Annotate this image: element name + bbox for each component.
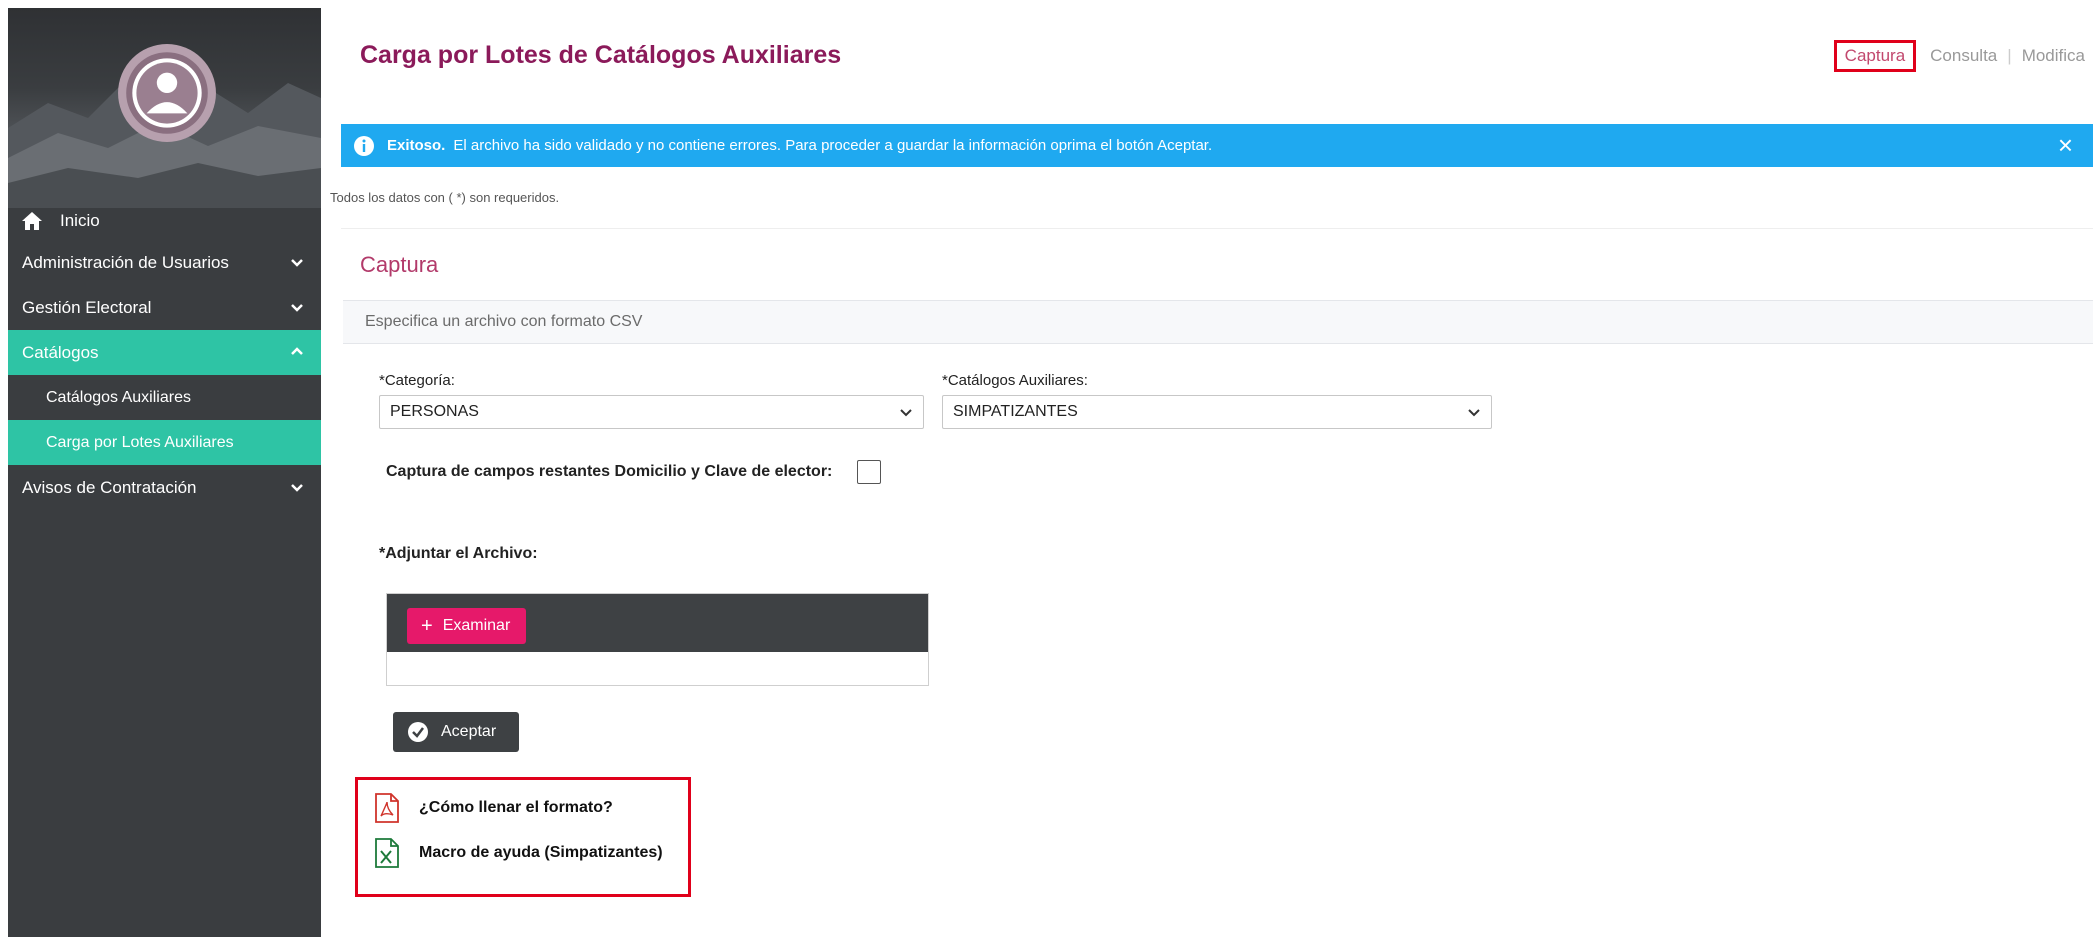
chevron-up-icon xyxy=(291,347,303,355)
sidebar-item-gestion-electoral[interactable]: Gestión Electoral xyxy=(8,285,321,330)
sidebar-item-avisos-contratacion[interactable]: Avisos de Contratación xyxy=(8,465,321,510)
sidebar-item-label: Catálogos xyxy=(22,342,99,362)
required-note: Todos los datos con ( *) son requeridos. xyxy=(330,190,560,205)
accept-button[interactable]: Aceptar xyxy=(393,712,519,752)
categoria-label: *Categoría: xyxy=(379,372,455,389)
sidebar-item-label: Catálogos Auxiliares xyxy=(46,388,191,406)
file-upload: + Examinar xyxy=(386,593,929,686)
sidebar-item-administracion-usuarios[interactable]: Administración de Usuarios xyxy=(8,240,321,285)
check-circle-icon xyxy=(408,722,428,742)
catalogos-value: SIMPATIZANTES xyxy=(953,403,1078,420)
help-pdf-link[interactable]: ¿Cómo llenar el formato? xyxy=(375,793,613,823)
attach-label: *Adjuntar el Archivo: xyxy=(379,545,538,562)
sidebar: Inicio Administración de Usuarios Gestió… xyxy=(8,8,321,937)
domicilio-checkbox[interactable] xyxy=(857,460,881,484)
sidebar-item-label: Inicio xyxy=(60,210,100,230)
sidebar-subitem-carga-por-lotes[interactable]: Carga por Lotes Auxiliares xyxy=(8,420,321,465)
sidebar-header xyxy=(8,8,321,208)
categoria-select[interactable]: PERSONAS xyxy=(379,395,924,429)
user-gear-logo-icon xyxy=(118,44,216,142)
home-icon xyxy=(22,211,42,230)
section-subtitle: Especifica un archivo con formato CSV xyxy=(343,300,2093,344)
page-title: Carga por Lotes de Catálogos Auxiliares xyxy=(360,41,842,69)
alert-title: Exitoso. xyxy=(387,137,446,154)
chevron-down-icon xyxy=(291,484,303,492)
sidebar-subitem-catalogos-auxiliares[interactable]: Catálogos Auxiliares xyxy=(8,375,321,420)
catalogos-label: *Catálogos Auxiliares: xyxy=(942,372,1088,389)
sidebar-item-label: Avisos de Contratación xyxy=(22,477,197,497)
excel-file-icon xyxy=(375,838,399,868)
sidebar-item-inicio[interactable]: Inicio xyxy=(8,198,321,243)
catalogos-select[interactable]: SIMPATIZANTES xyxy=(942,395,1492,429)
success-alert: Exitoso. El archivo ha sido validado y n… xyxy=(341,124,2093,167)
accept-label: Aceptar xyxy=(441,723,497,740)
alert-message: El archivo ha sido validado y no contien… xyxy=(453,137,1213,154)
chevron-down-icon xyxy=(1468,409,1480,417)
browse-label: Examinar xyxy=(442,617,511,634)
chevron-down-icon xyxy=(900,409,912,417)
link-consulta[interactable]: Consulta xyxy=(1930,46,1997,66)
pdf-file-icon xyxy=(375,793,399,823)
help-xls-label: Macro de ayuda (Simpatizantes) xyxy=(419,844,663,861)
sidebar-item-label: Gestión Electoral xyxy=(22,297,152,317)
link-separator: | xyxy=(2007,46,2012,65)
close-icon[interactable]: × xyxy=(2058,132,2073,158)
plus-icon: + xyxy=(421,615,433,637)
help-pdf-label: ¿Cómo llenar el formato? xyxy=(419,799,613,816)
sidebar-item-label: Administración de Usuarios xyxy=(22,252,229,272)
domicilio-checkbox-label: Captura de campos restantes Domicilio y … xyxy=(386,463,833,480)
sidebar-item-catalogos[interactable]: Catálogos xyxy=(8,330,321,375)
mode-links: Captura Consulta | Modifica xyxy=(1833,40,2093,72)
info-icon xyxy=(354,135,374,156)
sidebar-item-label: Carga por Lotes Auxiliares xyxy=(46,433,234,451)
file-upload-toolbar: + Examinar xyxy=(387,594,928,652)
section-title: Captura xyxy=(360,252,439,277)
chevron-down-icon xyxy=(291,304,303,312)
categoria-value: PERSONAS xyxy=(390,403,479,420)
help-xls-link[interactable]: Macro de ayuda (Simpatizantes) xyxy=(375,838,663,868)
chevron-down-icon xyxy=(291,259,303,267)
link-captura[interactable]: Captura xyxy=(1833,40,1917,72)
header-bar xyxy=(341,8,2093,140)
browse-button[interactable]: + Examinar xyxy=(407,608,526,644)
link-modifica[interactable]: Modifica xyxy=(2022,46,2085,66)
